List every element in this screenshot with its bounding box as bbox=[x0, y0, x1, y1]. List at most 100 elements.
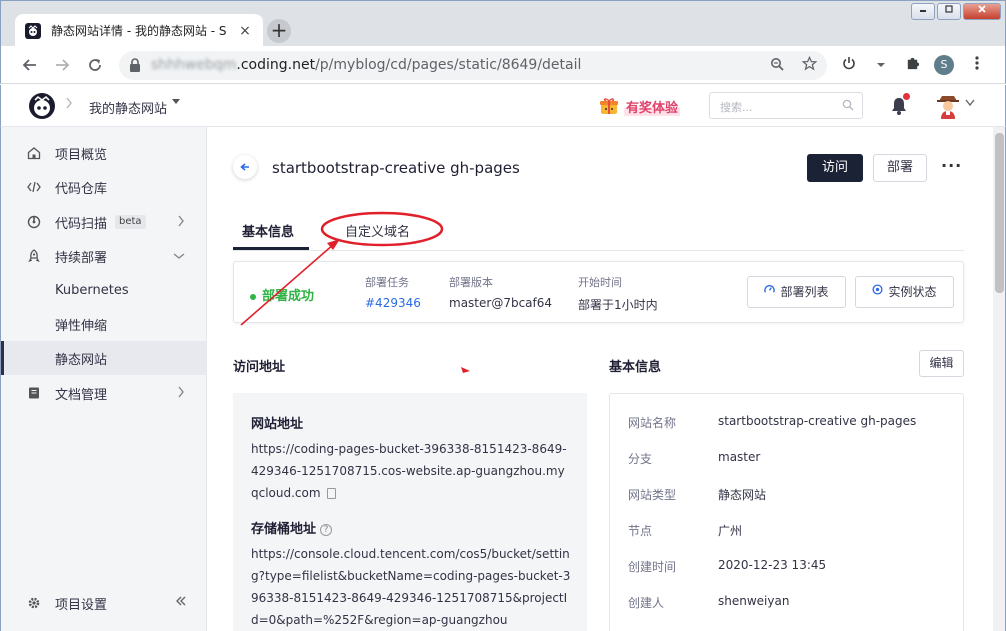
search-placeholder: 搜索... bbox=[720, 101, 753, 114]
more-options-icon[interactable]: ··· bbox=[941, 156, 962, 175]
info-key: 分支 bbox=[628, 452, 653, 466]
browser-toolbar: shhhwebqm.coding.net/p/myblog/cd/pages/s… bbox=[0, 46, 1006, 84]
sidebar-item-code-scan[interactable]: 代码扫描 beta bbox=[1, 205, 207, 239]
help-question-icon[interactable]: ? bbox=[320, 523, 333, 536]
deploy-task-link[interactable]: #429346 bbox=[365, 296, 421, 310]
gauge-icon bbox=[764, 277, 776, 307]
info-row: 分支 master bbox=[628, 450, 760, 467]
copy-icon[interactable] bbox=[326, 488, 336, 499]
sidebar-item-label: 弹性伸缩 bbox=[55, 318, 108, 334]
coding-logo-icon[interactable] bbox=[29, 93, 55, 119]
project-switcher[interactable]: 我的静态网站 bbox=[89, 98, 167, 117]
sidebar: 项目概览 代码仓库 代码扫描 beta 持续部署 Kubernetes 弹性伸缩… bbox=[0, 127, 207, 631]
page-scrollbar[interactable] bbox=[993, 127, 1006, 631]
info-value: 2020-12-23 13:45 bbox=[718, 558, 827, 572]
target-icon bbox=[872, 277, 884, 307]
deploy-list-label: 部署列表 bbox=[780, 285, 829, 299]
user-avatar-icon[interactable] bbox=[936, 93, 960, 119]
new-tab-button[interactable]: + bbox=[267, 19, 291, 43]
sidebar-item-cd[interactable]: 持续部署 bbox=[1, 239, 207, 273]
profile-avatar[interactable]: S bbox=[934, 55, 954, 75]
address-bar[interactable]: shhhwebqm.coding.net/p/myblog/cd/pages/s… bbox=[119, 51, 827, 80]
kebab-menu-icon[interactable] bbox=[967, 55, 987, 75]
gear-icon bbox=[27, 596, 41, 610]
browser-tabstrip: 静态网站详情 - 我的静态网站 - S × + bbox=[0, 0, 1006, 47]
sidebar-item-label: 项目概览 bbox=[55, 147, 108, 163]
access-address-panel: 网站地址 https://coding-pages-bucket-396338-… bbox=[233, 393, 587, 631]
visit-button[interactable]: 访问 bbox=[807, 154, 863, 182]
info-key: 网站类型 bbox=[628, 488, 677, 502]
info-row: 网站类型 静态网站 bbox=[628, 486, 766, 503]
deploy-status-card: 部署成功 部署任务 #429346 部署版本 master@7bcaf64 开始… bbox=[233, 261, 964, 323]
deploy-start-value: 部署于1小时内 bbox=[578, 298, 658, 312]
sidebar-item-static-site[interactable]: 静态网站 bbox=[1, 341, 207, 375]
edit-button[interactable]: 编辑 bbox=[919, 350, 964, 377]
browser-tab-title: 静态网站详情 - 我的静态网站 - S bbox=[51, 24, 227, 38]
deploy-version: 部署版本 master@7bcaf64 bbox=[449, 274, 552, 310]
site-url-value[interactable]: https://coding-pages-bucket-396338-81514… bbox=[251, 438, 571, 504]
tab-close-icon[interactable]: × bbox=[237, 23, 253, 39]
restore-button[interactable] bbox=[937, 3, 961, 20]
user-caret-icon[interactable] bbox=[965, 99, 975, 110]
instance-status-label: 实例状态 bbox=[888, 285, 937, 299]
back-button[interactable] bbox=[233, 155, 257, 179]
detail-tabs: 基本信息 自定义域名 bbox=[233, 213, 964, 251]
breadcrumb-separator-icon bbox=[65, 97, 73, 113]
chevron-right-icon bbox=[177, 386, 185, 401]
promo-text: 有奖体验 bbox=[624, 96, 681, 116]
sidebar-item-kubernetes[interactable]: Kubernetes bbox=[1, 273, 207, 307]
info-row: 节点 广州 bbox=[628, 522, 742, 539]
deploy-button[interactable]: 部署 bbox=[873, 154, 927, 182]
deploy-status: 部署成功 bbox=[250, 285, 314, 304]
promo-link[interactable]: 有奖体验 bbox=[599, 95, 681, 117]
deploy-task: 部署任务 #429346 bbox=[365, 274, 421, 310]
info-value: shenweiyan bbox=[718, 594, 790, 608]
page-title: startbootstrap-creative gh-pages bbox=[272, 159, 520, 177]
dropdown-caret-icon[interactable] bbox=[871, 55, 891, 75]
deploy-task-label: 部署任务 bbox=[365, 276, 409, 289]
scrollbar-thumb[interactable] bbox=[995, 133, 1004, 293]
site-url-text[interactable]: https://coding-pages-bucket-396338-81514… bbox=[251, 442, 567, 500]
sidebar-item-repo[interactable]: 代码仓库 bbox=[1, 170, 207, 204]
instance-status-button[interactable]: 实例状态 bbox=[855, 276, 954, 308]
collapse-sidebar-icon[interactable] bbox=[175, 595, 187, 611]
sidebar-item-autoscaling[interactable]: 弹性伸缩 bbox=[1, 307, 207, 341]
sidebar-item-label: 持续部署 bbox=[55, 250, 108, 266]
bucket-url-value[interactable]: https://console.cloud.tencent.com/cos5/b… bbox=[251, 543, 571, 631]
sidebar-item-project-settings[interactable]: 项目设置 bbox=[1, 586, 207, 620]
sidebar-item-label: 项目设置 bbox=[55, 597, 108, 613]
sidebar-item-label: Kubernetes bbox=[55, 282, 129, 298]
tab-basic-info[interactable]: 基本信息 bbox=[242, 221, 294, 240]
minimize-button[interactable] bbox=[911, 3, 935, 20]
sidebar-item-docs[interactable]: 文档管理 bbox=[1, 376, 207, 410]
sidebar-item-overview[interactable]: 项目概览 bbox=[1, 136, 207, 170]
power-icon[interactable] bbox=[839, 55, 859, 75]
global-search-input[interactable]: 搜索... bbox=[709, 92, 863, 119]
extensions-puzzle-icon[interactable] bbox=[902, 55, 922, 75]
coding-favicon-icon bbox=[25, 22, 41, 39]
success-dot-icon bbox=[250, 293, 256, 300]
lock-icon bbox=[130, 58, 140, 72]
url-host-blurred: shhhwebqm bbox=[151, 57, 237, 73]
tab-custom-domain[interactable]: 自定义域名 bbox=[345, 221, 410, 240]
window-close-button[interactable] bbox=[963, 3, 1001, 20]
reload-icon[interactable] bbox=[84, 54, 106, 76]
deploy-start-time: 开始时间 部署于1小时内 bbox=[578, 274, 658, 313]
active-tab-indicator bbox=[233, 247, 309, 250]
back-arrow-icon[interactable] bbox=[19, 54, 41, 76]
sidebar-item-label: 代码扫描 bbox=[55, 216, 108, 232]
browser-tab[interactable]: 静态网站详情 - 我的静态网站 - S × bbox=[15, 14, 263, 47]
zoom-icon[interactable] bbox=[767, 56, 787, 76]
bookmark-star-icon[interactable] bbox=[799, 55, 819, 76]
info-key: 创建时间 bbox=[628, 560, 677, 574]
access-section-title: 访问地址 bbox=[233, 360, 286, 375]
project-caret-icon[interactable] bbox=[171, 98, 181, 109]
info-value: 广州 bbox=[718, 524, 743, 538]
scan-icon bbox=[27, 215, 41, 229]
site-url-title: 网站地址 bbox=[251, 413, 571, 432]
forward-arrow-icon[interactable] bbox=[51, 54, 73, 76]
sidebar-item-label: 静态网站 bbox=[55, 352, 108, 368]
chevron-down-icon bbox=[173, 249, 185, 263]
deploy-list-button[interactable]: 部署列表 bbox=[747, 276, 846, 308]
chevron-right-icon bbox=[177, 215, 185, 230]
